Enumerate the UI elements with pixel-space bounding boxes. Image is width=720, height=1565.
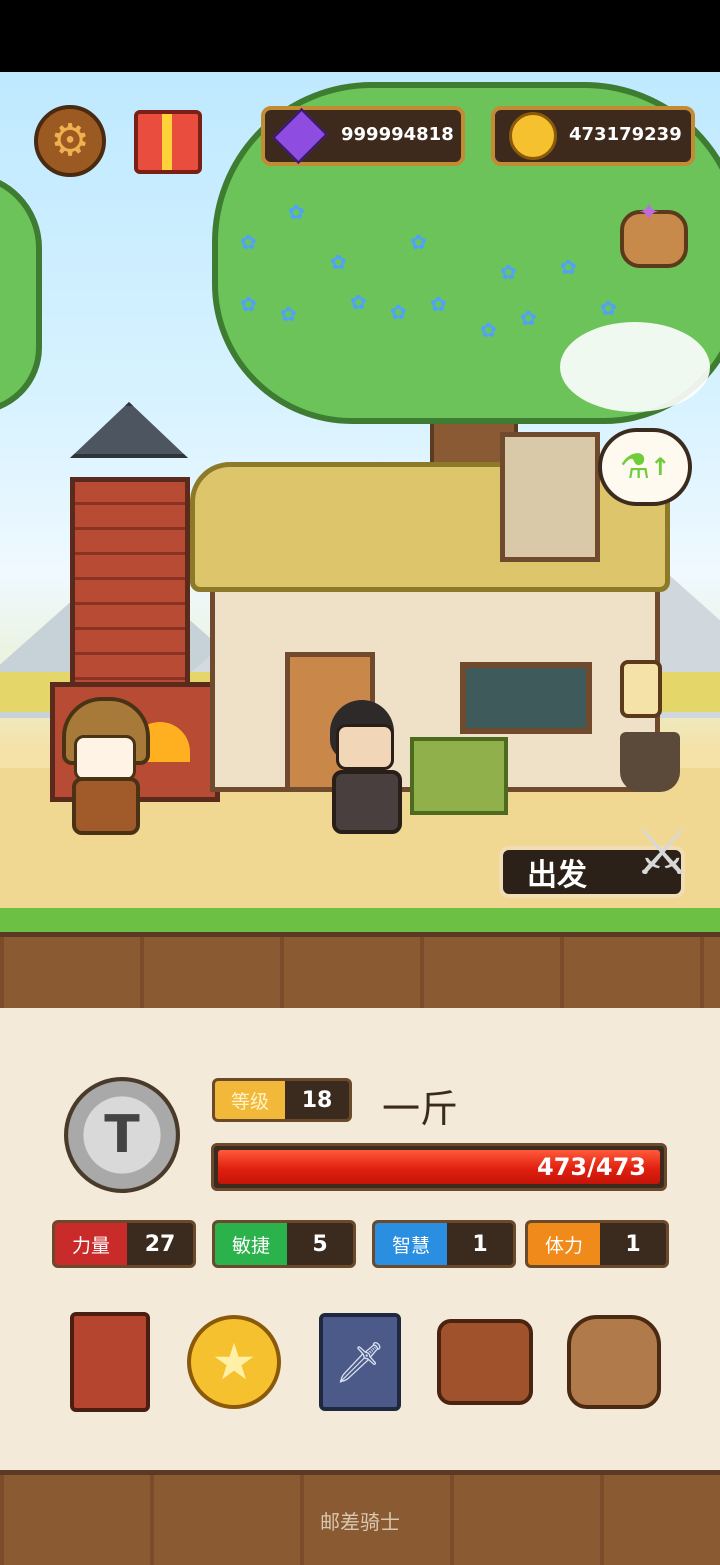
stat-strength[interactable]: 力量 27 <box>52 1220 196 1268</box>
left-tree <box>0 172 42 414</box>
flower: ✿ <box>520 306 537 330</box>
menu-book-button[interactable] <box>62 1310 158 1414</box>
potion-upgrade-button[interactable]: ⚗ ↑ <box>598 428 692 506</box>
backpack-icon <box>437 1319 533 1405</box>
flower: ✿ <box>560 255 577 279</box>
flower: ✿ <box>280 302 297 326</box>
stat-label: 敏捷 <box>215 1223 287 1265</box>
star-coin-icon: ★ <box>187 1315 281 1409</box>
depart-label: 出发 <box>527 858 587 893</box>
stat-value: 1 <box>472 1231 488 1257</box>
gear-icon: ⚙ <box>50 115 90 166</box>
stat-value: 27 <box>144 1231 176 1257</box>
cards-icon: 🗡 <box>319 1313 401 1411</box>
class-emblem[interactable]: T <box>64 1077 180 1193</box>
game-scene: ✿ ✿ ✿ ✿ ✿ ✿ ✿ ✿ ✿ ✿ ✿ ✿ ✿ ✿ 出发 ⚔ <box>0 72 720 938</box>
weapon-rack <box>410 737 508 815</box>
sword-scroll-icon: ⚔ <box>633 816 691 890</box>
stat-agility[interactable]: 敏捷 5 <box>212 1220 356 1268</box>
game-title: 邮差骑士 <box>320 1510 400 1534</box>
menu-loot-button[interactable] <box>566 1310 662 1414</box>
brick-furnace <box>70 477 190 707</box>
settings-button[interactable]: ⚙ <box>34 105 106 177</box>
stat-value: 5 <box>312 1231 328 1257</box>
stat-label: 力量 <box>55 1223 127 1265</box>
gift-icon <box>162 114 172 170</box>
flower: ✿ <box>390 300 407 324</box>
flower: ✿ <box>500 260 517 284</box>
flower: ✿ <box>240 292 257 316</box>
stat-value: 1 <box>625 1231 641 1257</box>
status-bar <box>0 0 720 72</box>
menu-inventory-button[interactable] <box>437 1310 533 1414</box>
potion-icon: ⚗ <box>619 447 651 487</box>
flower: ✿ <box>288 200 305 224</box>
chimney-smoke <box>560 322 710 412</box>
hp-bar: 473/473 <box>211 1143 667 1191</box>
tower-roof <box>70 402 188 458</box>
gift-button[interactable] <box>134 110 202 174</box>
stat-wisdom[interactable]: 智慧 1 <box>372 1220 516 1268</box>
book-icon <box>70 1312 150 1412</box>
knight-character[interactable] <box>52 697 152 835</box>
coin-counter[interactable]: 473179239 <box>491 106 695 166</box>
gem-amount: 999994818 <box>341 124 454 145</box>
hp-fill: 473/473 <box>218 1150 660 1184</box>
blacksmith-character[interactable] <box>318 700 408 834</box>
hp-value: 473/473 <box>537 1153 646 1181</box>
depart-button[interactable]: 出发 ⚔ <box>499 816 691 898</box>
tree-stump <box>620 732 680 792</box>
flower: ✿ <box>430 292 447 316</box>
chimney <box>500 432 600 562</box>
flower: ✿ <box>240 230 257 254</box>
coin-amount: 473179239 <box>569 124 682 145</box>
flower: ✿ <box>600 296 617 320</box>
gem-counter[interactable]: 999994818 <box>261 106 465 166</box>
loot-bag-button[interactable]: ✦ <box>620 198 688 268</box>
dirt-divider <box>0 932 720 1015</box>
lantern-icon <box>620 660 662 718</box>
flower: ✿ <box>410 230 427 254</box>
level-badge: 等级 18 <box>212 1078 352 1122</box>
level-value: 18 <box>301 1087 333 1113</box>
stat-label: 体力 <box>528 1223 600 1265</box>
sparkle-icon: ✦ <box>638 198 660 228</box>
flower: ✿ <box>330 250 347 274</box>
emblem-letter: T <box>104 1105 140 1165</box>
coin-icon <box>509 112 557 160</box>
flower: ✿ <box>480 318 497 342</box>
flower: ✿ <box>350 290 367 314</box>
hero-name: 一斤 <box>382 1087 459 1131</box>
stat-label: 智慧 <box>375 1223 447 1265</box>
menu-achievements-button[interactable]: ★ <box>186 1310 282 1414</box>
loot-bag-icon <box>567 1315 661 1409</box>
house-window <box>460 662 592 734</box>
menu-cards-button[interactable]: 🗡 <box>312 1310 408 1414</box>
up-arrow-icon: ↑ <box>650 453 671 481</box>
gem-icon <box>271 107 329 165</box>
stat-stamina[interactable]: 体力 1 <box>525 1220 669 1268</box>
level-label: 等级 <box>215 1081 285 1119</box>
